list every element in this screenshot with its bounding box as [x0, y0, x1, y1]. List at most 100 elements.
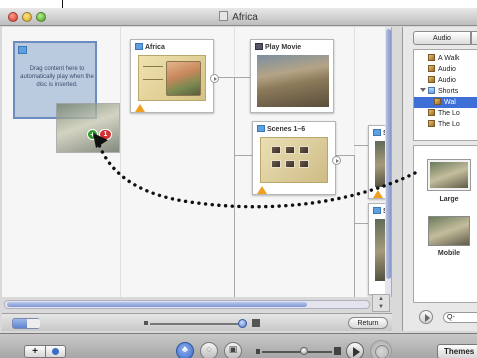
dragged-movie-ghost [56, 103, 120, 153]
menu-icon [135, 43, 143, 50]
menu-icon [373, 207, 381, 214]
add-badge-icon: + [87, 129, 98, 140]
list-item[interactable]: The Lo [414, 108, 477, 119]
node-title: Play Movie [255, 43, 301, 51]
list-item-folder[interactable]: Shorts [414, 86, 477, 97]
zoom-slider[interactable] [150, 323, 246, 325]
scene-thumbnail [271, 146, 281, 154]
disclosure-triangle-icon[interactable] [420, 88, 426, 92]
movie-icon [255, 43, 263, 50]
map-icon: ♣ [182, 344, 188, 354]
drop-zone-icon: ▣ [228, 344, 238, 354]
node-port[interactable] [210, 74, 219, 83]
loop-icon: ◌ [206, 344, 212, 354]
autoplay-icon [18, 46, 27, 54]
window-title-text: Africa [232, 12, 258, 23]
audio-file-icon [428, 120, 435, 127]
style-thumb-large[interactable] [428, 160, 470, 190]
zoom-small-icon [144, 321, 148, 325]
idvd-window: Africa Africa Play Movie Scenes 1–6 Drag… [0, 8, 477, 358]
zoom-slider-knob[interactable] [238, 319, 247, 328]
volume-slider-knob[interactable] [300, 347, 308, 355]
node-title: Africa [135, 43, 165, 51]
connector [354, 155, 355, 297]
style-thumb-mobile[interactable] [428, 216, 470, 246]
play-button[interactable] [346, 342, 364, 358]
grid-line [120, 27, 121, 297]
arrow-down-icon[interactable]: ▼ [378, 304, 384, 310]
menu-preview [138, 55, 206, 101]
volume-slider[interactable] [262, 351, 332, 353]
tab-audio[interactable]: Audio [413, 31, 471, 45]
media-panel: Audio A Walk Audio Audio Shorts Wal The … [402, 27, 477, 331]
audio-file-icon [428, 76, 435, 83]
node-scenes-title: Scenes 1–6 [267, 126, 306, 133]
preview-play-button[interactable] [419, 310, 433, 324]
vertical-scrollbar[interactable] [385, 27, 391, 297]
menu-icon [373, 129, 381, 136]
style-label-large: Large [439, 196, 459, 203]
list-item[interactable]: A Walk [414, 53, 477, 64]
connector [234, 155, 252, 156]
vertical-scroll-thumb[interactable] [386, 29, 391, 279]
list-item-selected[interactable]: Wal [414, 97, 477, 108]
media-list[interactable]: A Walk Audio Audio Shorts Wal The Lo The… [413, 49, 477, 141]
themes-button[interactable]: Themes [437, 344, 477, 358]
scene-thumbnail [299, 160, 309, 168]
style-thumbnails: Large Mobile [413, 145, 477, 303]
warning-icon [135, 104, 145, 112]
horizontal-scrollbar[interactable] [4, 300, 370, 309]
return-button[interactable]: Return [348, 317, 388, 329]
menu-text-lines [143, 66, 163, 80]
zoom-large-icon [252, 319, 260, 327]
info-button[interactable] [46, 345, 66, 358]
warning-icon [257, 186, 267, 194]
node-title: Scenes 1–6 [257, 125, 305, 133]
drag-count-badge: 1 [99, 129, 112, 140]
folder-icon [428, 87, 435, 94]
node-scenes[interactable]: Scenes 1–6 [252, 121, 341, 195]
horizontal-scroll-thumb[interactable] [7, 302, 307, 307]
arrow-up-icon[interactable]: ▲ [378, 296, 384, 302]
edit-drop-zones-button[interactable]: ▣ [224, 342, 242, 358]
burn-icon[interactable] [370, 340, 392, 358]
audio-file-icon [428, 54, 435, 61]
list-item[interactable]: The Lo [414, 119, 477, 130]
scene-thumbnail [285, 146, 295, 154]
style-label-mobile: Mobile [437, 250, 461, 257]
node-africa-menu[interactable]: Africa [130, 39, 219, 113]
movie-preview [257, 55, 329, 107]
volume-high-icon [334, 347, 341, 355]
canvas-toolbar: Return [2, 313, 392, 331]
scene-thumbnail [285, 160, 295, 168]
panel-footer: Q- [413, 309, 477, 327]
menu-photo [166, 61, 201, 96]
scene-thumbnail [299, 146, 309, 154]
node-play-movie[interactable]: Play Movie [250, 39, 334, 113]
main-toolbar: + ♣ ◌ ▣ Themes [0, 333, 477, 358]
doc-icon [219, 11, 229, 21]
scene-thumbnail [271, 160, 281, 168]
add-button[interactable]: + [24, 345, 46, 358]
search-input[interactable]: Q- [443, 312, 477, 323]
menu-icon [257, 125, 265, 132]
node-africa-title: Africa [145, 44, 165, 51]
node-port[interactable] [332, 156, 341, 165]
scroll-corner-controls[interactable]: ▲ ▼ [372, 294, 390, 312]
volume-low-icon [256, 349, 260, 354]
map-canvas[interactable]: Africa Play Movie Scenes 1–6 Drag conten… [2, 27, 392, 297]
tab-other[interactable] [471, 31, 477, 45]
audio-file-icon [434, 98, 441, 105]
view-toggle[interactable] [12, 318, 40, 329]
list-item[interactable]: Audio [414, 64, 477, 75]
list-item[interactable]: Audio [414, 75, 477, 86]
window-title: Africa [0, 11, 477, 23]
motion-button[interactable]: ◌ [200, 342, 218, 358]
drop-zone-hint: Drag content here to automatically play … [20, 66, 94, 88]
view-toggle-off[interactable] [27, 319, 40, 328]
media-tabs: Audio [413, 31, 477, 45]
title-bar[interactable]: Africa [0, 8, 477, 26]
map-view-button[interactable]: ♣ [176, 342, 194, 358]
audio-file-icon [428, 65, 435, 72]
connector [218, 77, 254, 78]
